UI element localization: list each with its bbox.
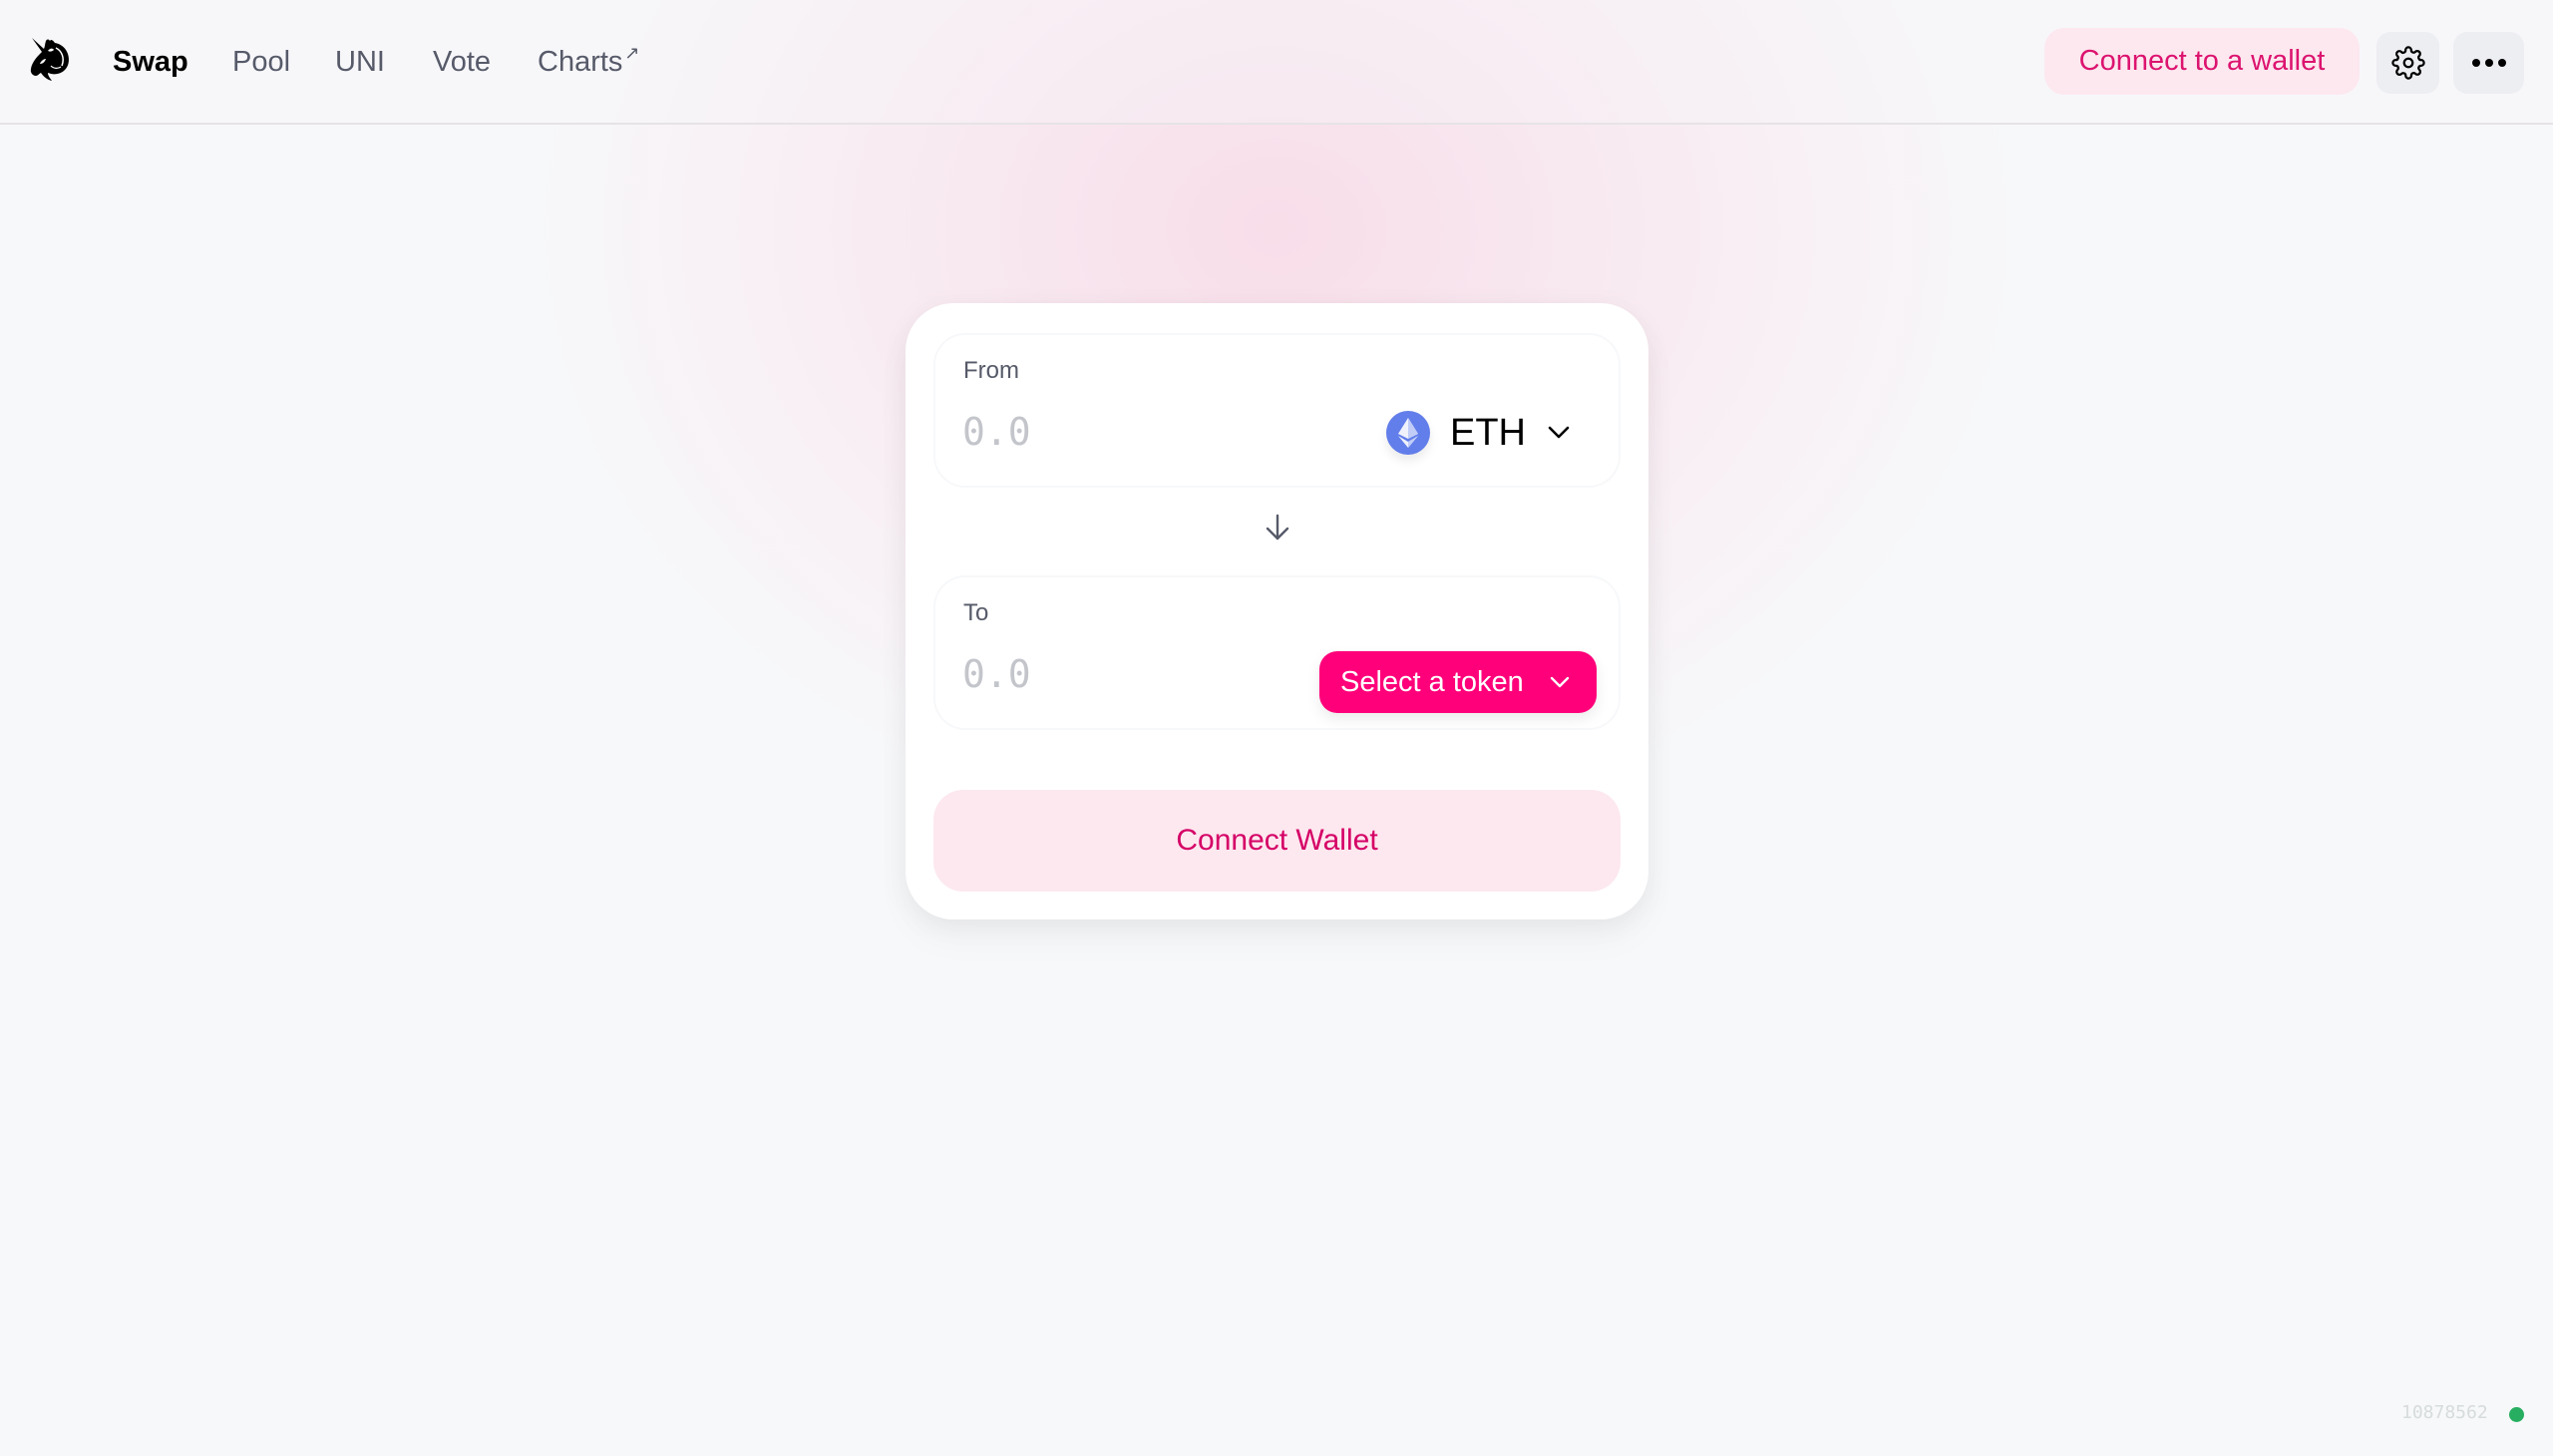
select-token-label: Select a token xyxy=(1340,665,1524,698)
to-label: To xyxy=(963,599,989,626)
to-amount-input[interactable] xyxy=(962,649,1262,699)
nav-charts[interactable]: Charts ↗ xyxy=(538,43,640,83)
chevron-down-icon xyxy=(1548,426,1570,439)
arrow-down-icon[interactable] xyxy=(1265,513,1290,543)
from-token-select[interactable]: ETH xyxy=(1386,405,1596,461)
external-link-icon: ↗ xyxy=(624,43,640,63)
connect-to-wallet-button[interactable]: Connect to a wallet xyxy=(2044,28,2360,95)
connect-wallet-button[interactable]: Connect Wallet xyxy=(933,790,1621,892)
block-number[interactable]: 10878562 xyxy=(2401,1402,2488,1423)
nav-vote[interactable]: Vote xyxy=(433,44,491,80)
ethereum-icon xyxy=(1386,411,1430,455)
nav-pool[interactable]: Pool xyxy=(232,44,290,80)
nav-uni[interactable]: UNI xyxy=(335,44,385,80)
nav-swap[interactable]: Swap xyxy=(113,44,188,80)
from-label: From xyxy=(963,357,1019,384)
ellipsis-icon xyxy=(2471,59,2506,67)
chevron-down-icon xyxy=(1550,676,1569,688)
more-menu-button[interactable] xyxy=(2453,32,2524,94)
from-amount-input[interactable] xyxy=(962,407,1262,457)
from-panel: From ETH xyxy=(933,333,1621,488)
to-panel: To Select a token xyxy=(933,575,1621,730)
nav-charts-label: Charts xyxy=(538,46,623,78)
select-token-button[interactable]: Select a token xyxy=(1319,651,1597,713)
top-nav-bar: Swap Pool UNI Vote Charts ↗ Connect to a … xyxy=(0,0,2553,125)
settings-button[interactable] xyxy=(2376,32,2439,94)
gear-icon xyxy=(2390,46,2425,80)
network-status-dot xyxy=(2509,1407,2524,1422)
swap-card: From ETH To Select a token Connect xyxy=(906,303,1648,919)
from-token-symbol: ETH xyxy=(1450,411,1526,454)
uniswap-logo-icon[interactable] xyxy=(26,36,72,84)
